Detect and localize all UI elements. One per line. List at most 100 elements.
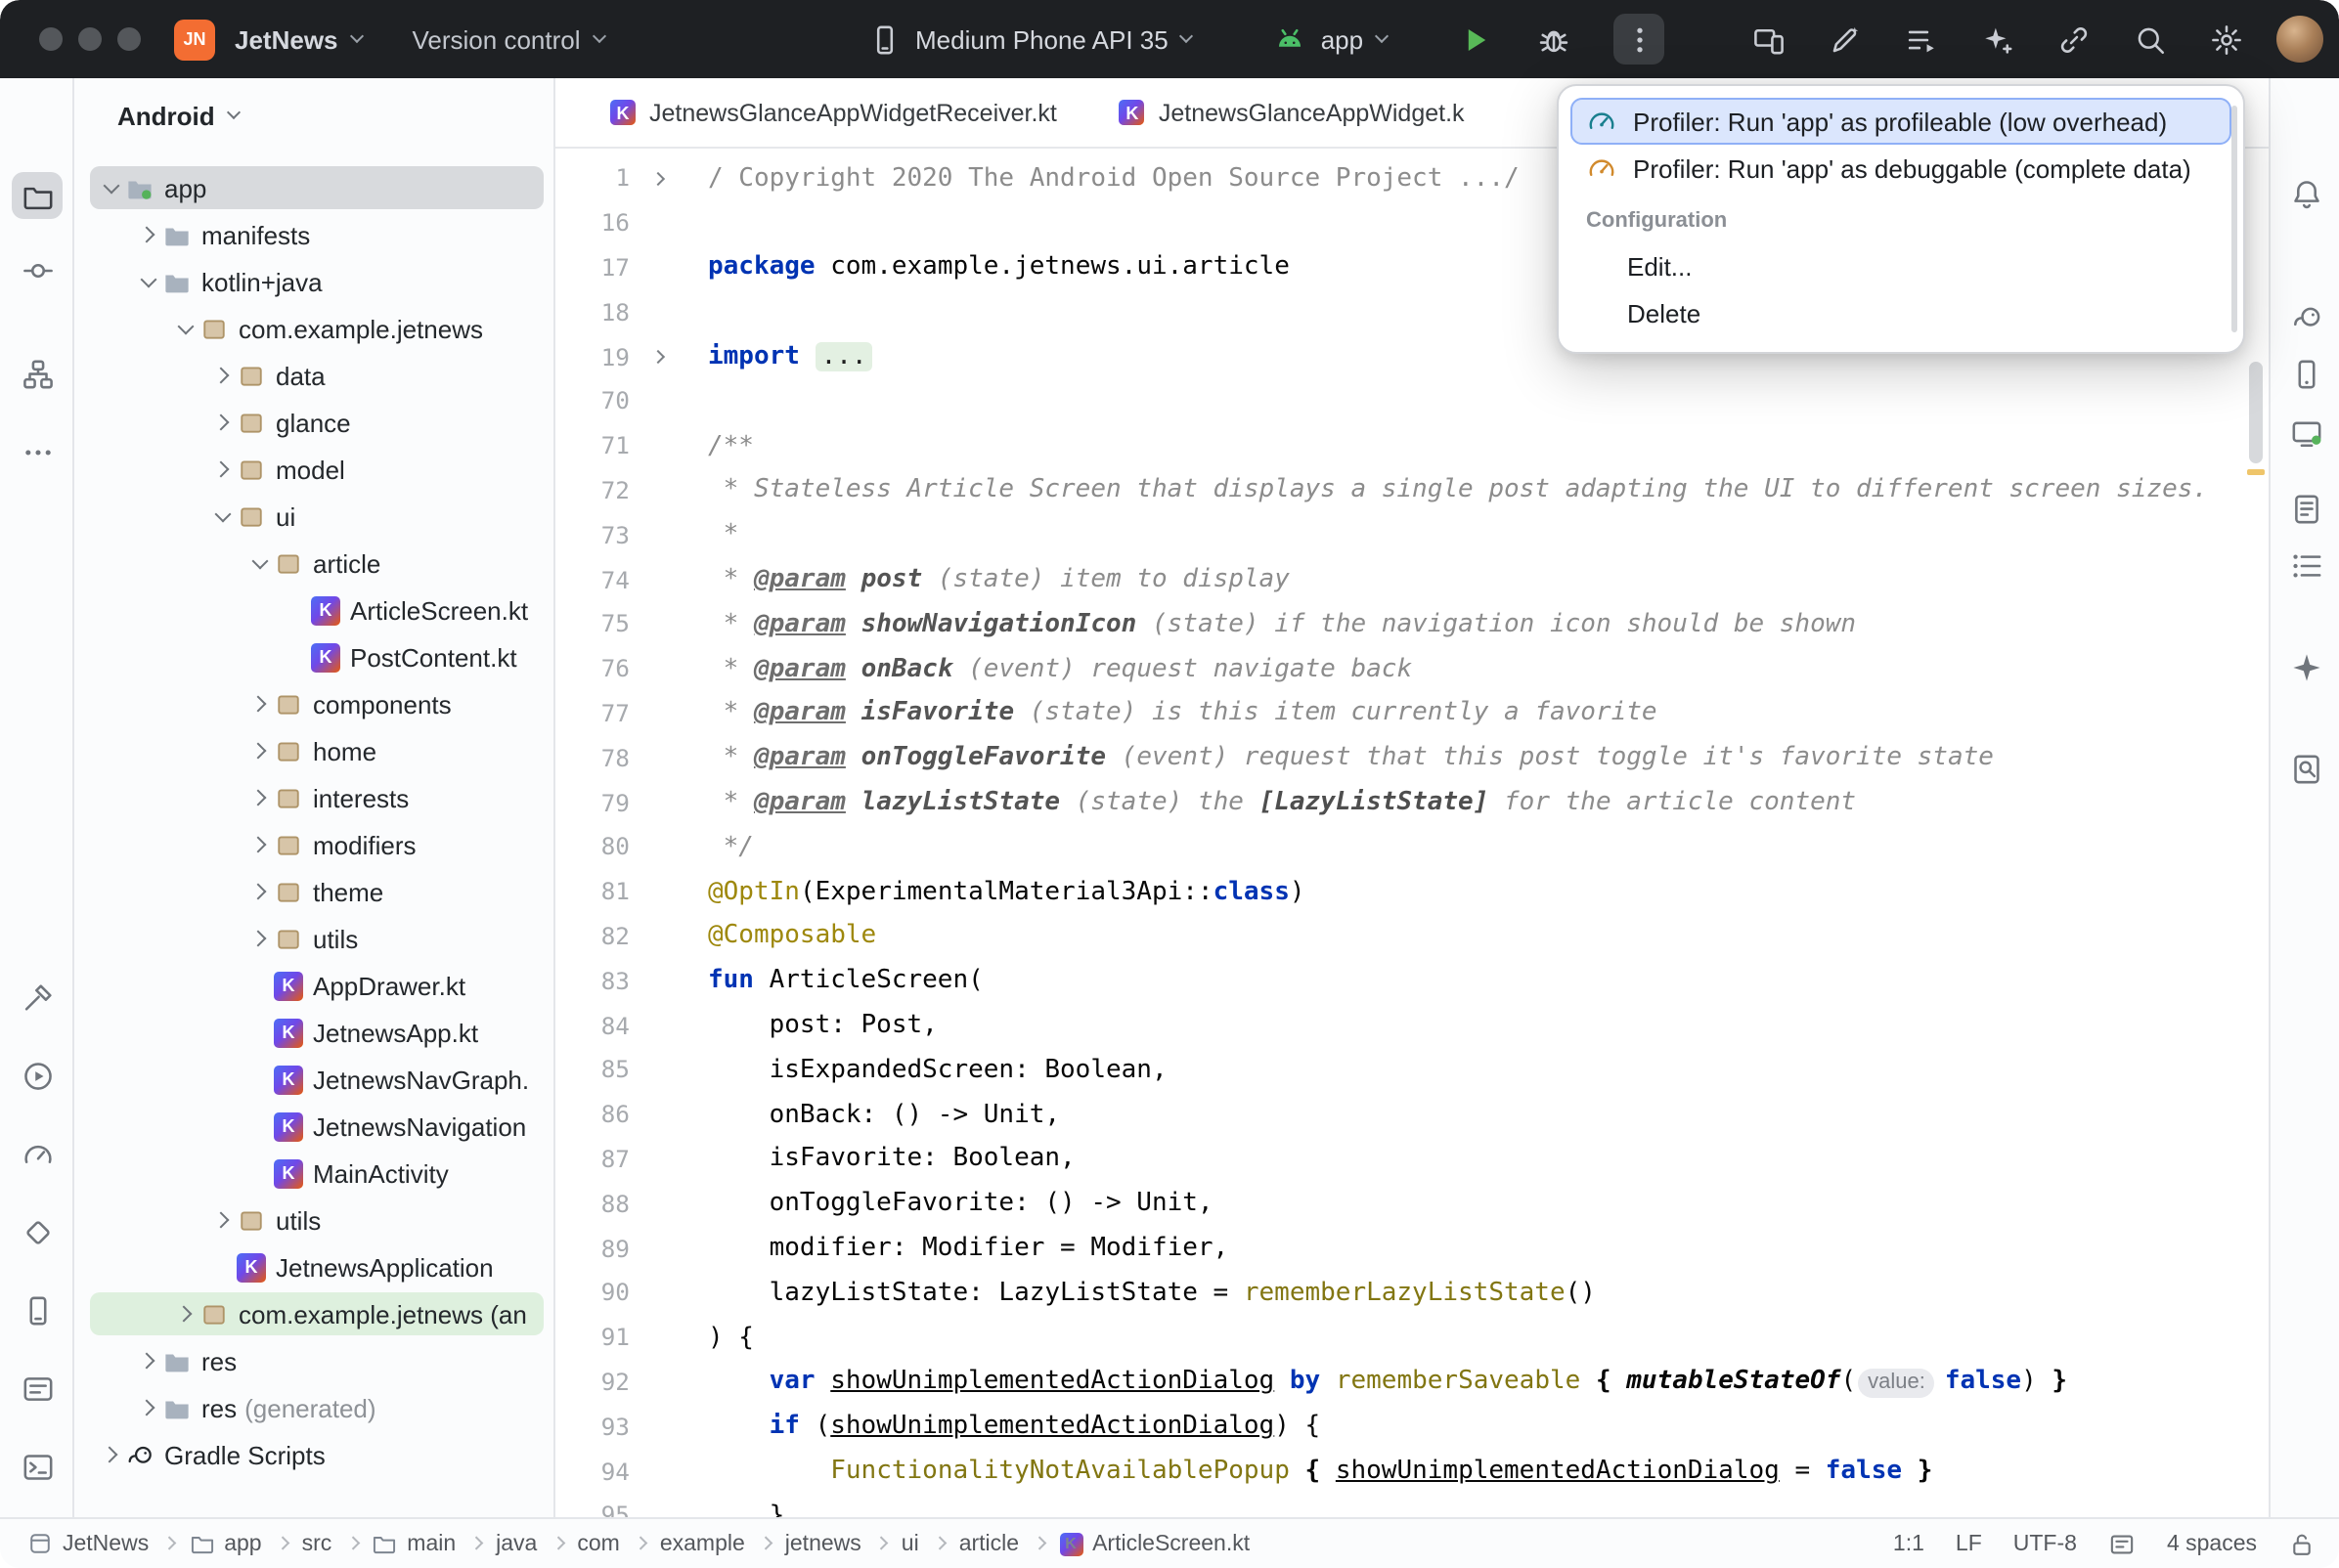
dropdown-item[interactable]: Profiler: Run 'app' as debuggable (compl… <box>1570 145 2231 192</box>
chevron-right-icon[interactable] <box>135 229 162 240</box>
more-run-options-button[interactable] <box>1613 14 1664 65</box>
line-number[interactable]: 93 <box>555 1413 641 1440</box>
scrollbar-warning-mark[interactable] <box>2247 469 2265 475</box>
line-number[interactable]: 79 <box>555 789 641 816</box>
build-tool-button[interactable] <box>12 974 63 1021</box>
breadcrumb-item[interactable]: src <box>302 1532 332 1555</box>
line-number[interactable]: 74 <box>555 566 641 593</box>
breadcrumb-item[interactable]: article <box>959 1532 1019 1555</box>
tree-item[interactable]: utils <box>74 915 553 962</box>
tree-item[interactable]: manifests <box>74 211 553 258</box>
code-line[interactable]: 90 lazyListState: LazyListState = rememb… <box>555 1271 2269 1316</box>
editor-tab[interactable]: KJetnewsGlanceAppWidgetReceiver.kt <box>579 78 1088 148</box>
line-number[interactable]: 70 <box>555 388 641 415</box>
line-number[interactable]: 77 <box>555 700 641 727</box>
caret-position-widget[interactable]: 1:1 <box>1893 1532 1924 1555</box>
code-line[interactable]: 88 onToggleFavorite: () -> Unit, <box>555 1182 2269 1227</box>
commit-tool-button[interactable] <box>12 246 63 293</box>
code-line[interactable]: 74 * @param post (state) item to display <box>555 557 2269 602</box>
ai-pen-button[interactable] <box>1819 14 1870 65</box>
device-explorer-tool-button[interactable] <box>12 1286 63 1333</box>
editor-tab[interactable]: KJetnewsGlanceAppWidget.k <box>1088 78 1496 148</box>
line-number[interactable]: 81 <box>555 878 641 905</box>
line-number[interactable]: 85 <box>555 1057 641 1084</box>
tree-item[interactable]: glance <box>74 399 553 446</box>
breadcrumb-item[interactable]: main <box>372 1531 456 1556</box>
version-control-menu[interactable]: Version control <box>374 12 616 66</box>
code-line[interactable]: 91) { <box>555 1315 2269 1360</box>
line-number[interactable]: 94 <box>555 1458 641 1485</box>
line-number[interactable]: 95 <box>555 1503 641 1517</box>
find-in-files-tool-button[interactable] <box>2280 745 2331 792</box>
debug-button[interactable] <box>1527 14 1578 65</box>
line-number[interactable]: 76 <box>555 655 641 682</box>
code-line[interactable]: 94 FunctionalityNotAvailablePopup { show… <box>555 1449 2269 1494</box>
tree-item[interactable]: KJetnewsNavigation <box>74 1103 553 1150</box>
line-number[interactable]: 89 <box>555 1235 641 1262</box>
notifications-tool-button[interactable] <box>2280 170 2331 217</box>
chevron-right-icon[interactable] <box>135 1402 162 1414</box>
tree-item[interactable]: KPostContent.kt <box>74 633 553 680</box>
tree-item[interactable]: com.example.jetnews (an <box>74 1290 553 1337</box>
tree-item[interactable]: home <box>74 727 553 774</box>
line-number[interactable]: 82 <box>555 923 641 950</box>
code-line[interactable]: 83fun ArticleScreen( <box>555 959 2269 1004</box>
code-line[interactable]: 82@Composable <box>555 914 2269 959</box>
code-line[interactable]: 95 } <box>555 1494 2269 1517</box>
code-line[interactable]: 86 onBack: () -> Unit, <box>555 1092 2269 1137</box>
code-line[interactable]: 76 * @param onBack (event) request navig… <box>555 647 2269 692</box>
breadcrumb-item[interactable]: jetnews <box>785 1532 861 1555</box>
line-number[interactable]: 19 <box>555 343 641 370</box>
line-number[interactable]: 87 <box>555 1146 641 1173</box>
settings-button[interactable] <box>2200 14 2251 65</box>
chevron-right-icon[interactable] <box>209 416 237 428</box>
code-line[interactable]: 77 * @param isFavorite (state) is this i… <box>555 691 2269 736</box>
chevron-right-icon[interactable] <box>246 886 274 897</box>
project-selector[interactable]: JetNews <box>215 12 374 66</box>
chevron-down-icon[interactable] <box>209 513 237 519</box>
line-number[interactable]: 16 <box>555 209 641 237</box>
chevron-down-icon[interactable] <box>98 185 125 191</box>
tree-item[interactable]: app <box>74 164 553 211</box>
line-number[interactable]: 84 <box>555 1012 641 1039</box>
line-number[interactable]: 83 <box>555 967 641 994</box>
chevron-right-icon[interactable] <box>209 370 237 381</box>
search-button[interactable] <box>2124 14 2175 65</box>
chevron-right-icon[interactable] <box>246 698 274 710</box>
app-inspection-tool-button[interactable] <box>12 1208 63 1255</box>
tree-item[interactable]: KJetnewsNavGraph. <box>74 1056 553 1103</box>
code-line[interactable]: 93 if (showUnimplementedActionDialog) { <box>555 1405 2269 1450</box>
tree-item[interactable]: KMainActivity <box>74 1150 553 1197</box>
minimize-window-button[interactable] <box>78 27 102 51</box>
line-number[interactable]: 17 <box>555 254 641 282</box>
tree-item[interactable]: interests <box>74 774 553 821</box>
run-tool-button[interactable] <box>12 1052 63 1099</box>
chevron-down-icon[interactable] <box>246 560 274 566</box>
chevron-right-icon[interactable] <box>246 745 274 757</box>
tree-item[interactable]: theme <box>74 868 553 915</box>
logcat-tool-button[interactable] <box>12 1365 63 1412</box>
running-devices-tool-button[interactable] <box>2280 409 2331 456</box>
chevron-right-icon[interactable] <box>246 839 274 850</box>
structure-view-tool-button[interactable] <box>2280 542 2331 588</box>
tree-item[interactable]: KAppDrawer.kt <box>74 962 553 1009</box>
chevron-right-icon[interactable] <box>209 463 237 475</box>
line-number[interactable]: 72 <box>555 477 641 504</box>
breadcrumb-item[interactable]: example <box>660 1532 745 1555</box>
device-selector[interactable]: Medium Phone API 35 <box>857 12 1204 66</box>
tree-item[interactable]: KArticleScreen.kt <box>74 587 553 633</box>
breadcrumb-item[interactable]: ui <box>902 1532 919 1555</box>
encoding-widget[interactable]: UTF-8 <box>2013 1532 2077 1555</box>
device-mirror-button[interactable] <box>1743 14 1793 65</box>
line-number[interactable]: 88 <box>555 1190 641 1217</box>
code-line[interactable]: 80 */ <box>555 825 2269 870</box>
line-number[interactable]: 1 <box>555 165 641 193</box>
chevron-down-icon[interactable] <box>135 279 162 284</box>
maximize-window-button[interactable] <box>117 27 141 51</box>
structure-tool-button[interactable] <box>12 350 63 397</box>
dropdown-action[interactable]: Edit... <box>1570 242 2231 289</box>
gradle-tool-button[interactable] <box>2280 293 2331 340</box>
chevron-down-icon[interactable] <box>172 326 199 331</box>
tree-item[interactable]: ui <box>74 493 553 540</box>
terminal-tool-button[interactable] <box>12 1443 63 1490</box>
